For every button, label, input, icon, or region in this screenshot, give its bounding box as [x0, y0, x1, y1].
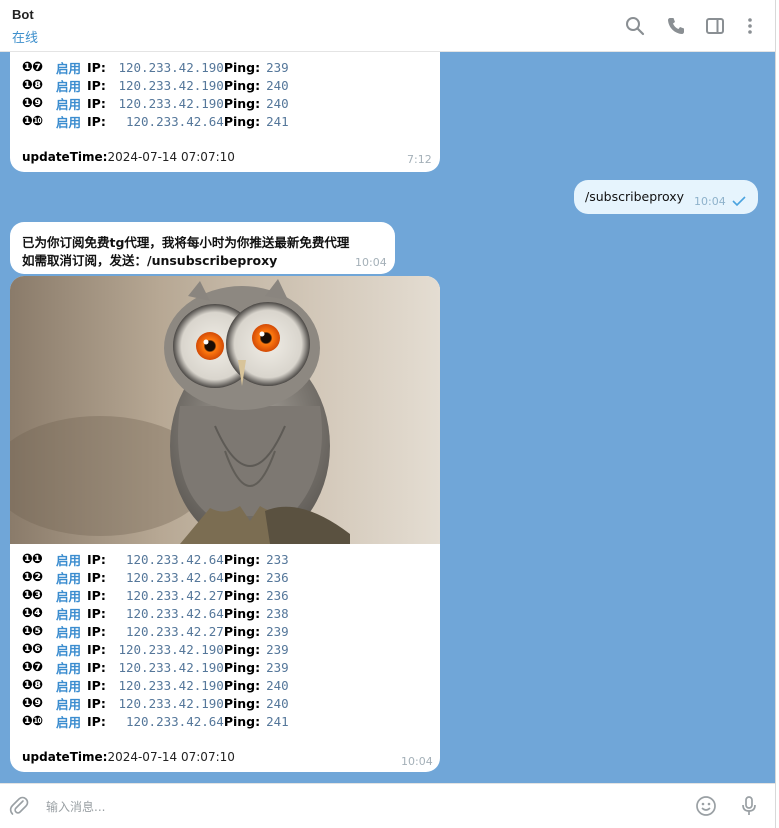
proxy-row: ❶❶ 启用 IP: 120.233.42.64 Ping: 233	[22, 551, 289, 568]
window-edge	[775, 0, 779, 828]
search-icon[interactable]	[623, 14, 647, 38]
emoji-icon[interactable]	[694, 794, 718, 818]
proxy-list-message[interactable]: ❶❶ 启用 IP: 120.233.42.64 Ping: 233 ❶❷ 启用 IP: 120…	[10, 276, 440, 772]
proxy-row: ❶❻ 启用 IP: 120.233.42.190 Ping: 239	[22, 641, 289, 658]
chat-area[interactable]: ❶❼ 启用 IP: 120.233.42.190 Ping: 239 ❶❽ 启用 IP: 12…	[0, 52, 775, 783]
message-time: 10:04	[401, 755, 433, 768]
proxy-row: ❶❺ 启用 IP: 120.233.42.27 Ping: 239	[22, 623, 289, 640]
message-composer: 输入消息...	[0, 783, 775, 828]
more-vertical-icon[interactable]	[738, 14, 762, 38]
proxy-row: ❶❿ 启用 IP: 120.233.42.64 Ping: 241	[22, 713, 289, 730]
check-icon	[732, 192, 746, 211]
proxy-list-message-previous[interactable]: ❶❼ 启用 IP: 120.233.42.190 Ping: 239 ❶❽ 启用 IP: 12…	[10, 52, 440, 172]
message-time: 10:04	[355, 256, 387, 269]
chat-header: Bot 在线	[0, 0, 775, 52]
update-time: updateTime: 2024-07-14 07:07:10	[22, 150, 235, 164]
message-input[interactable]: 输入消息...	[46, 798, 105, 815]
subscribe-reply-line1: 已为你订阅免费tg代理，我将每小时为你推送最新免费代理	[22, 235, 350, 250]
proxy-row: ❶❽ 启用 IP: 120.233.42.190 Ping: 240	[22, 77, 289, 94]
proxy-row: ❶❼ 启用 IP: 120.233.42.190 Ping: 239	[22, 59, 289, 76]
update-time: updateTime: 2024-07-14 07:07:10	[22, 750, 235, 764]
proxy-row: ❶❽ 启用 IP: 120.233.42.190 Ping: 240	[22, 677, 289, 694]
attach-icon[interactable]	[7, 794, 31, 818]
subscribe-reply-line2: 如需取消订阅，发送：/unsubscribeproxy	[22, 253, 278, 268]
proxy-row: ❶❿ 启用 IP: 120.233.42.64 Ping: 241	[22, 113, 289, 130]
chat-title[interactable]: Bot	[12, 7, 34, 22]
proxy-row: ❶❷ 启用 IP: 120.233.42.64 Ping: 236	[22, 569, 289, 586]
outgoing-message[interactable]: /subscribeproxy 10:04	[574, 180, 758, 214]
outgoing-message-text: /subscribeproxy	[585, 189, 685, 204]
owl-photo[interactable]	[10, 276, 440, 546]
sidebar-toggle-icon[interactable]	[703, 14, 727, 38]
chat-status: 在线	[12, 31, 39, 46]
microphone-icon[interactable]	[737, 794, 761, 818]
proxy-row: ❶❹ 启用 IP: 120.233.42.64 Ping: 238	[22, 605, 289, 622]
proxy-row: ❶❸ 启用 IP: 120.233.42.27 Ping: 236	[22, 587, 289, 604]
phone-icon[interactable]	[664, 14, 688, 38]
proxy-row: ❶❾ 启用 IP: 120.233.42.190 Ping: 240	[22, 95, 289, 112]
message-time: 10:04	[694, 195, 726, 208]
proxy-row: ❶❾ 启用 IP: 120.233.42.190 Ping: 240	[22, 695, 289, 712]
subscribe-reply-message[interactable]: 已为你订阅免费tg代理，我将每小时为你推送最新免费代理 如需取消订阅，发送：/u…	[10, 222, 395, 274]
message-time: 7:12	[407, 153, 432, 166]
proxy-row: ❶❼ 启用 IP: 120.233.42.190 Ping: 239	[22, 659, 289, 676]
